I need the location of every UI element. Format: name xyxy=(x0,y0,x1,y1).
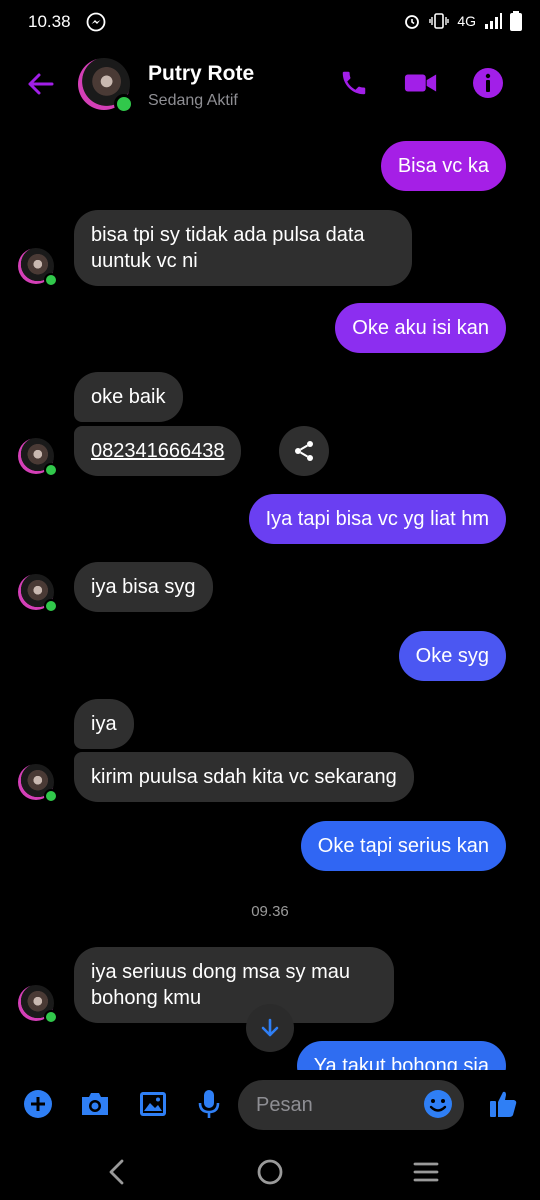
online-indicator xyxy=(114,94,134,114)
share-icon[interactable] xyxy=(279,426,329,476)
online-indicator xyxy=(44,1010,58,1024)
message-out[interactable]: Iya tapi bisa vc yg liat hm xyxy=(248,494,506,544)
online-indicator xyxy=(44,463,58,477)
signal-icon xyxy=(485,13,502,29)
messenger-notification-icon xyxy=(86,12,106,32)
back-nav-icon[interactable] xyxy=(100,1156,132,1188)
message-input-placeholder: Pesan xyxy=(256,1093,313,1116)
message-in[interactable]: kirim puulsa sdah kita vc sekarang xyxy=(74,752,414,802)
status-time: 10.38 xyxy=(28,12,71,31)
camera-icon[interactable] xyxy=(79,1088,111,1120)
message-in[interactable]: iya seriuus dong msa sy mau bohong kmu xyxy=(74,947,394,1023)
thumbs-up-icon[interactable] xyxy=(487,1088,519,1120)
alarm-icon xyxy=(405,15,420,29)
message-out[interactable]: Oke syg xyxy=(398,631,506,681)
back-arrow-icon[interactable] xyxy=(24,68,56,100)
message-timestamp: 09.36 xyxy=(251,903,289,920)
message-out[interactable]: Oke aku isi kan xyxy=(335,303,506,353)
image-icon[interactable] xyxy=(137,1088,169,1120)
online-indicator xyxy=(44,273,58,287)
network-type-label: 4G xyxy=(457,13,476,29)
emoji-icon[interactable] xyxy=(422,1088,454,1120)
message-out[interactable]: Oke tapi serius kan xyxy=(300,821,506,871)
contact-status: Sedang Aktif xyxy=(148,92,238,109)
message-in[interactable]: iya bisa syg xyxy=(74,562,213,612)
online-indicator xyxy=(44,789,58,803)
message-in[interactable]: oke baik xyxy=(74,372,183,422)
plus-icon[interactable] xyxy=(22,1088,54,1120)
contact-name[interactable]: Putry Rote xyxy=(148,62,254,86)
message-in[interactable]: bisa tpi sy tidak ada pulsa data uuntuk … xyxy=(74,210,412,286)
online-indicator xyxy=(44,599,58,613)
phone-icon[interactable] xyxy=(337,66,371,100)
phone-number-link[interactable]: 082341666438 xyxy=(74,426,242,476)
microphone-icon[interactable] xyxy=(193,1088,225,1120)
info-icon[interactable] xyxy=(471,66,505,100)
message-in[interactable]: iya xyxy=(74,699,134,749)
home-nav-icon[interactable] xyxy=(254,1156,286,1188)
recents-nav-icon[interactable] xyxy=(410,1156,442,1188)
scroll-down-icon[interactable] xyxy=(246,1004,294,1052)
vibrate-icon xyxy=(429,13,450,29)
status-icons: 4G xyxy=(403,11,522,31)
battery-icon xyxy=(510,11,522,31)
video-camera-icon[interactable] xyxy=(404,66,438,100)
message-out[interactable]: Bisa vc ka xyxy=(380,141,506,191)
